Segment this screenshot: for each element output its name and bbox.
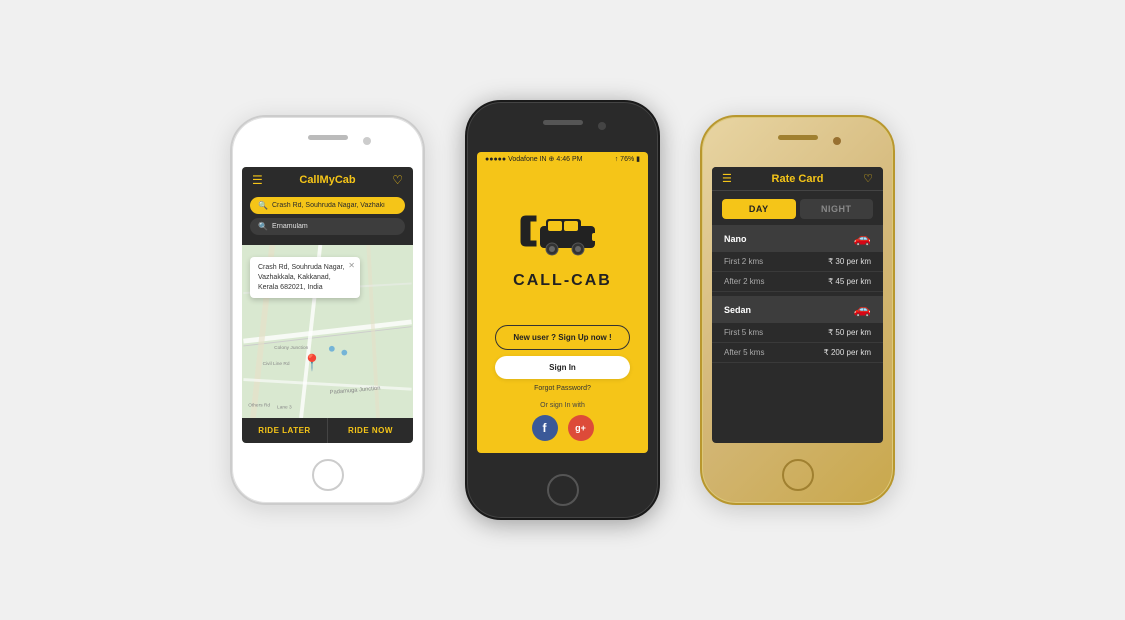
sedan-row-1: First 5 kms ₹ 50 per km [712,323,883,343]
map-header: ☰ CallMyCab ♡ [242,167,413,193]
origin-text: Crash Rd, Souhruda Nagar, Vazhaki [272,202,385,209]
phone-right: ☰ Rate Card ♡ DAY NIGHT Nano 🚗 First 2 k… [700,115,895,505]
map-area: Padamuga Junction Colony Junction Civil … [242,245,413,418]
popup-address-text: Crash Rd, Souhruda Nagar, Vazhakkala, Ka… [258,264,344,291]
screen-ratecard: ☰ Rate Card ♡ DAY NIGHT Nano 🚗 First 2 k… [712,167,883,443]
svg-text:Colony Junction: Colony Junction [274,345,308,351]
favorite-icon[interactable]: ♡ [392,173,403,187]
sedan-value-1: ₹ 50 per km [828,328,871,337]
forgot-password-button[interactable]: Forgot Password? [495,385,630,392]
map-search-area: 🔍 Crash Rd, Souhruda Nagar, Vazhaki 🔍 Er… [242,193,413,245]
destination-text: Ernamulam [272,223,308,230]
svg-text:Civil Line Rd: Civil Line Rd [263,361,290,367]
ratecard-header: ☰ Rate Card ♡ [712,167,883,191]
ride-later-button[interactable]: RIDE LATER [242,418,328,443]
home-button-right[interactable] [782,459,814,491]
svg-text:Lane 3: Lane 3 [277,404,292,410]
ratecard-title: Rate Card [732,173,863,185]
nano-section-title: Nano [724,234,747,244]
signin-button[interactable]: Sign In [495,356,630,379]
sedan-section-title: Sedan [724,305,751,315]
map-footer: RIDE LATER RIDE NOW [242,418,413,443]
phone-speaker-left [308,135,348,140]
phone-center: ●●●●● Vodafone IN ⊕ 4:46 PM ↑ 76% ▮ [465,100,660,520]
nano-row-2: After 2 kms ₹ 45 per km [712,272,883,292]
popup-close-button[interactable]: ✕ [348,260,355,271]
sedan-section-header: Sedan 🚗 [712,296,883,323]
battery-status: ↑ 76% ▮ [615,155,640,163]
nano-section-header: Nano 🚗 [712,225,883,252]
ratecard-content: Nano 🚗 First 2 kms ₹ 30 per km After 2 k… [712,219,883,443]
sedan-label-1: First 5 kms [724,328,763,337]
tab-night[interactable]: NIGHT [800,199,874,219]
ratecard-tabs: DAY NIGHT [712,191,883,219]
origin-search-input[interactable]: 🔍 Crash Rd, Souhruda Nagar, Vazhaki [250,197,405,214]
ratecard-favorite-icon[interactable]: ♡ [863,172,873,185]
nano-label-2: After 2 kms [724,277,764,286]
home-button-center[interactable] [547,474,579,506]
divider-label: Or sign In with [540,402,585,409]
svg-text:Others Rd: Others Rd [248,402,270,408]
screen-map: ☰ CallMyCab ♡ 🔍 Crash Rd, Souhruda Nagar… [242,167,413,443]
phone-camera-left [363,137,371,145]
facebook-login-button[interactable]: f [532,415,558,441]
login-logo-area: CALL-CAB [513,166,612,325]
carrier-text: ●●●●● Vodafone IN ⊕ 4:46 PM [485,155,582,163]
phone-camera-center [598,122,606,130]
brand-name: CALL-CAB [513,272,612,290]
menu-icon[interactable]: ☰ [252,173,263,187]
signup-button[interactable]: New user ? Sign Up now ! [495,325,630,350]
ratecard-menu-icon[interactable]: ☰ [722,172,732,185]
search-icon-dest: 🔍 [258,222,268,231]
phone-camera-right [833,137,841,145]
social-login-area: f g+ [532,411,594,453]
google-login-button[interactable]: g+ [568,415,594,441]
nano-row-1: First 2 kms ₹ 30 per km [712,252,883,272]
sedan-label-2: After 5 kms [724,348,764,357]
nano-value-2: ₹ 45 per km [828,277,871,286]
sedan-row-2: After 5 kms ₹ 200 per km [712,343,883,363]
sedan-value-2: ₹ 200 per km [824,348,871,357]
sedan-car-icon: 🚗 [854,301,871,318]
cab-logo-icon [518,211,608,266]
home-button-left[interactable] [312,459,344,491]
nano-label-1: First 2 kms [724,257,763,266]
status-bar: ●●●●● Vodafone IN ⊕ 4:46 PM ↑ 76% ▮ [477,152,648,166]
phone-speaker-center [543,120,583,125]
phone-left: ☰ CallMyCab ♡ 🔍 Crash Rd, Souhruda Nagar… [230,115,425,505]
nano-car-icon: 🚗 [854,230,871,247]
screen-login: ●●●●● Vodafone IN ⊕ 4:46 PM ↑ 76% ▮ [477,152,648,453]
nano-value-1: ₹ 30 per km [828,257,871,266]
social-divider: Or sign In with [516,402,609,409]
tab-day[interactable]: DAY [722,199,796,219]
destination-search-input[interactable]: 🔍 Ernamulam [250,218,405,235]
search-icon-origin: 🔍 [258,201,268,210]
login-buttons-area: New user ? Sign Up now ! Sign In Forgot … [477,325,648,400]
map-location-popup: ✕ Crash Rd, Souhruda Nagar, Vazhakkala, … [250,257,360,298]
map-location-pin: 📍 [302,353,322,373]
ride-now-button[interactable]: RIDE NOW [328,418,413,443]
app-title: CallMyCab [299,174,355,186]
phone-speaker-right [778,135,818,140]
